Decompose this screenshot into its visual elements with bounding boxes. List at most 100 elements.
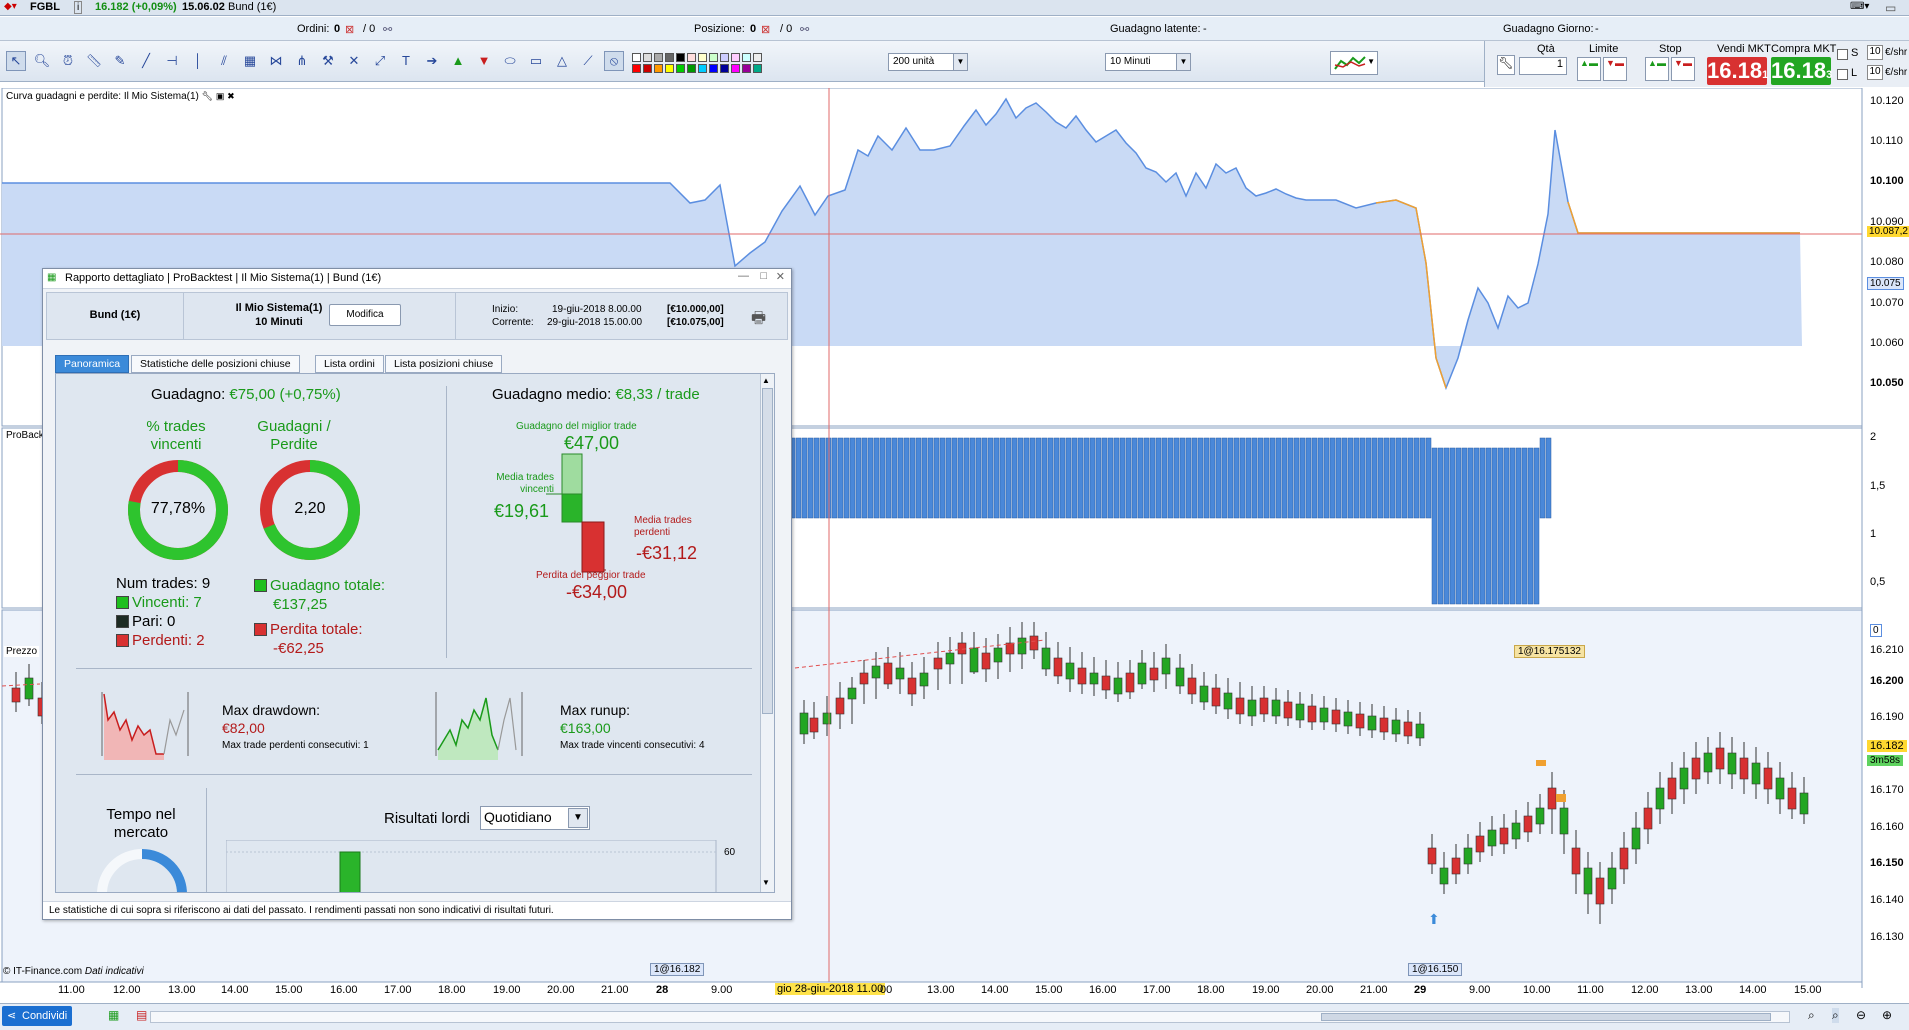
candle-body (1295, 703, 1305, 721)
zoom-in-icon[interactable]: ⊕ (1882, 1008, 1892, 1022)
erase-drawings-tool-icon[interactable]: ⦸ (604, 51, 624, 71)
grid-icon[interactable]: ▦ (108, 1008, 119, 1022)
units-select[interactable]: 200 unità ▼ (888, 53, 968, 71)
chart-type-button[interactable]: ▼ (1330, 51, 1378, 75)
ellipse-tool-icon[interactable]: ⬭ (500, 51, 520, 71)
position-bar (1521, 447, 1528, 605)
candle-body (1523, 815, 1533, 833)
minimize-icon[interactable]: — (738, 270, 749, 282)
short-qty-input[interactable]: 10 (1867, 45, 1883, 60)
alert-tool-icon[interactable]: ⏰︎ (58, 51, 78, 71)
cross-tool-icon[interactable]: ✕ (344, 51, 364, 71)
limit-sell-button[interactable]: ▼▬ (1603, 57, 1627, 81)
hammer-tool-icon[interactable]: ⚒ (318, 51, 338, 71)
horizontal-line-tool-icon[interactable]: ⊣ (162, 51, 182, 71)
tab-overview[interactable]: Panoramica (55, 355, 130, 373)
scrollbar-thumb[interactable] (1321, 1013, 1771, 1021)
arrow-down-tool-icon[interactable]: ▼ (474, 51, 494, 71)
scroll-up-icon[interactable]: ▲ (762, 376, 770, 385)
position-bar (795, 437, 802, 519)
orders-close-icon[interactable]: ⊠ (345, 23, 354, 36)
chevron-down-icon: ▼ (953, 54, 967, 70)
tab-orders-list[interactable]: Lista ordini (315, 355, 384, 373)
info-icon[interactable]: i (74, 1, 83, 14)
fibonacci-tool-icon[interactable]: ▦ (240, 51, 260, 71)
position-link-icon[interactable]: ⚯ (800, 23, 809, 36)
total-loss-value: -€62,25 (273, 640, 324, 657)
pitchfork-tool-icon[interactable]: ⋔ (292, 51, 312, 71)
wrench-icon[interactable]: 🔧︎ (1497, 55, 1515, 75)
channel-tool-icon[interactable]: ⫽ (214, 51, 234, 71)
results-period-select[interactable]: Quotidiano ▼ (480, 806, 590, 830)
pattern-tool-icon[interactable]: ⋈ (266, 51, 286, 71)
horizontal-scrollbar[interactable] (150, 1011, 1790, 1023)
quantity-input[interactable]: 1 (1519, 57, 1567, 75)
buy-market-button[interactable]: 16.183 (1771, 57, 1832, 85)
scroll-down-icon[interactable]: ▼ (762, 878, 770, 887)
maximize-icon[interactable]: ▭ (1885, 1, 1896, 15)
keyboard-icon[interactable]: ⌨▾ (1850, 1, 1869, 12)
ray-tool-icon[interactable]: ⤢ (370, 51, 390, 71)
position-bar (1389, 437, 1396, 519)
candle-body (859, 672, 869, 685)
zoom-fit-icon[interactable]: ⌕ (1808, 1008, 1815, 1023)
close-icon[interactable]: ✖ (227, 91, 235, 101)
text-tool-icon[interactable]: T (396, 51, 416, 71)
color-palette[interactable] (632, 53, 787, 75)
tab-closed-positions-list[interactable]: Lista posizioni chiuse (385, 355, 503, 373)
sell-market-label: Vendi MKT (1717, 43, 1771, 55)
indicator-icon[interactable]: ▤ (136, 1008, 147, 1022)
scrollbar-thumb[interactable] (762, 388, 773, 714)
vertical-line-tool-icon[interactable]: │ (188, 51, 208, 71)
chart-lines-tool-icon[interactable]: ⟋ (578, 51, 598, 71)
position-bar (1005, 437, 1012, 519)
pencil-tool-icon[interactable]: ✎ (110, 51, 130, 71)
share-button[interactable]: ⋖ Condividi (2, 1006, 72, 1026)
detailed-report-window[interactable]: ▦ Rapporto dettagliato | ProBacktest | I… (42, 268, 792, 920)
short-checkbox[interactable] (1837, 49, 1848, 60)
close-icon[interactable]: ✕ (776, 270, 785, 283)
sell-market-button[interactable]: 16.181 (1707, 57, 1768, 85)
start-value: 19-giu-2018 8.00.00 (552, 304, 642, 315)
symbol-name[interactable]: FGBL (30, 1, 60, 13)
orders-link-icon[interactable]: ⚯ (383, 23, 392, 36)
tab-closed-position-stats[interactable]: Statistiche delle posizioni chiuse (131, 355, 300, 373)
divider (206, 788, 207, 892)
arrow-up-tool-icon[interactable]: ▲ (448, 51, 468, 71)
timeframe-select[interactable]: 10 Minuti ▼ (1105, 53, 1191, 71)
rectangle-tool-icon[interactable]: ▭ (526, 51, 546, 71)
maximize-icon[interactable]: □ (760, 270, 767, 282)
report-title-bar[interactable]: ▦ Rapporto dettagliato | ProBacktest | I… (43, 269, 791, 289)
window-icon[interactable]: ▣ (216, 91, 225, 101)
position-close-icon[interactable]: ⊠ (761, 23, 770, 36)
zoom-select-icon[interactable]: ⌕ (1832, 1008, 1839, 1023)
limit-buy-button[interactable]: ▲▬ (1577, 57, 1601, 81)
report-scrollbar[interactable]: ▲ ▼ (760, 374, 774, 892)
gross-results-chart (226, 840, 717, 892)
position-bar (1101, 437, 1108, 519)
long-checkbox[interactable] (1837, 69, 1848, 80)
zoom-tool-icon[interactable]: 🔍︎ (32, 51, 52, 71)
position-bar (987, 437, 994, 519)
modify-button[interactable]: Modifica (329, 304, 401, 326)
print-icon[interactable]: 🖶 (751, 307, 766, 334)
stop-buy-button[interactable]: ▲▬ (1645, 57, 1669, 81)
wrench-icon[interactable]: 🔧︎ (202, 91, 213, 101)
long-qty-input[interactable]: 10 (1867, 65, 1883, 80)
trendline-tool-icon[interactable]: ╱ (136, 51, 156, 71)
x-tick-label: 21.00 (601, 984, 629, 996)
arrow-right-tool-icon[interactable]: ➔ (422, 51, 442, 71)
y-tick-pos: 0 (1870, 624, 1882, 637)
stop-sell-button[interactable]: ▼▬ (1671, 57, 1695, 81)
candle-body (1427, 847, 1437, 865)
triangle-tool-icon[interactable]: △ (552, 51, 572, 71)
candle-body (1475, 835, 1485, 853)
position-bar (1173, 437, 1180, 519)
candle-body (981, 652, 991, 670)
pointer-tool-icon[interactable]: ↖ (6, 51, 26, 71)
candle-body (1463, 847, 1473, 865)
ruler-tool-icon[interactable]: 📏︎ (84, 51, 104, 71)
position-bar (1143, 437, 1150, 519)
zoom-out-icon[interactable]: ⊖ (1856, 1008, 1866, 1022)
gain-value: €75,00 (+0,75%) (229, 386, 341, 403)
